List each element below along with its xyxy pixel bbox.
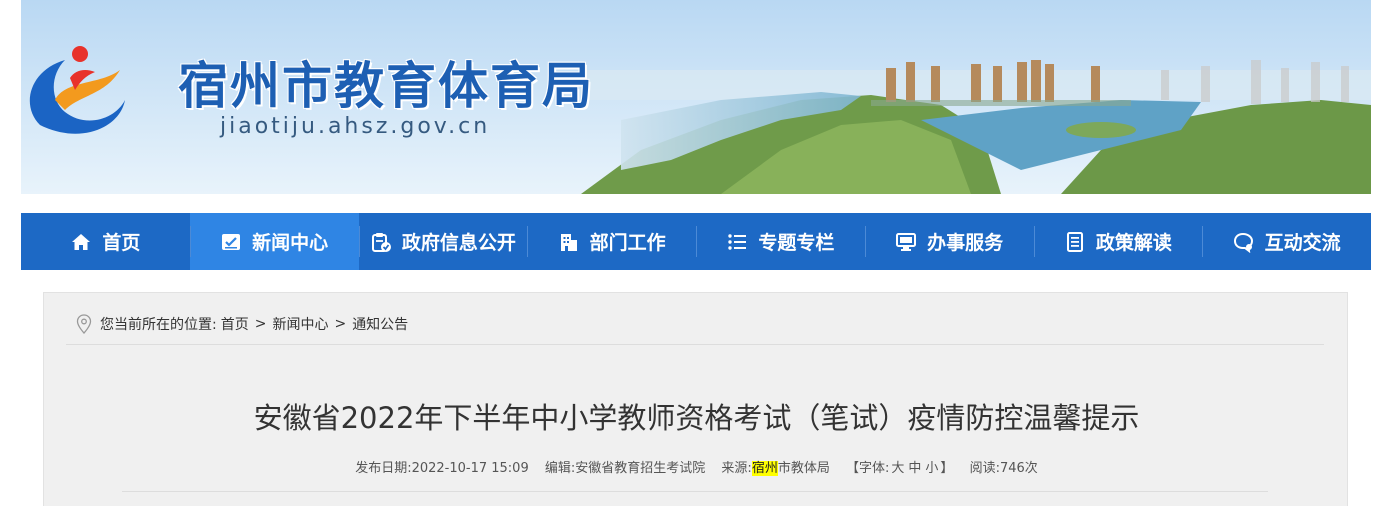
breadcrumb-news-link[interactable]: 新闻中心 — [272, 314, 328, 334]
breadcrumb-separator: > — [254, 316, 267, 332]
breadcrumb-notice-link[interactable]: 通知公告 — [352, 314, 408, 334]
font-large-button[interactable]: 大 — [891, 461, 904, 476]
clipboard-check-icon — [370, 231, 392, 253]
breadcrumb-separator: > — [334, 316, 347, 332]
bureau-logo — [29, 46, 125, 134]
header-banner: 宿州市教育体育局 jiaotiju.ahsz.gov.cn — [21, 0, 1371, 194]
breadcrumb-divider — [66, 344, 1324, 345]
monitor-icon — [895, 231, 917, 253]
nav-item-home[interactable]: 首页 — [21, 213, 190, 270]
breadcrumb-prefix: 您当前所在的位置: — [100, 317, 217, 333]
publish-date: 发布日期:2022-10-17 15:09 — [355, 461, 529, 476]
nav-item-news[interactable]: 新闻中心 — [189, 213, 359, 270]
location-pin-icon — [76, 314, 92, 334]
site-url: jiaotiju.ahsz.gov.cn — [220, 114, 491, 139]
font-size-selector: 【字体: 大中小】 — [845, 461, 954, 476]
breadcrumb-home-link[interactable]: 首页 — [221, 314, 249, 334]
breadcrumb: 您当前所在的位置: 首页 > 新闻中心 > 通知公告 — [76, 313, 408, 335]
article-title: 安徽省2022年下半年中小学教师资格考试（笔试）疫情防控温馨提示 — [253, 401, 1140, 435]
building-icon — [558, 231, 580, 253]
news-icon — [220, 231, 242, 253]
search-highlight: 宿州 — [751, 461, 778, 476]
article-meta: 发布日期:2022-10-17 15:09 编辑:安徽省教育招生考试院 来源:宿… — [44, 457, 1349, 476]
nav-item-label: 办事服务 — [927, 232, 1004, 254]
meta-divider — [122, 491, 1268, 492]
home-icon — [70, 231, 92, 253]
site-title: 宿州市教育体育局 — [178, 57, 594, 115]
article-card: 您当前所在的位置: 首页 > 新闻中心 > 通知公告 安徽省2022年下半年中小… — [43, 292, 1348, 506]
nav-item-policy[interactable]: 政策解读 — [1033, 213, 1203, 270]
source: 来源:宿州市教体局 — [721, 461, 830, 476]
nav-item-special-topics[interactable]: 专题专栏 — [696, 213, 865, 270]
font-medium-button[interactable]: 中 — [908, 461, 921, 476]
nav-item-label: 首页 — [102, 232, 141, 254]
nav-item-gov-info[interactable]: 政府信息公开 — [358, 213, 528, 270]
nav-item-label: 新闻中心 — [252, 232, 329, 254]
nav-item-interaction[interactable]: 互动交流 — [1202, 213, 1371, 270]
font-small-button[interactable]: 小 — [925, 461, 938, 476]
nav-item-label: 政策解读 — [1095, 232, 1172, 254]
view-count: 阅读:746次 — [969, 461, 1038, 476]
main-navigation: 首页 新闻中心 政府信息公开 部门工作 专题专栏 办事服务 政策解读 互动交流 — [21, 213, 1371, 270]
nav-item-label: 政府信息公开 — [401, 232, 516, 254]
list-icon — [726, 231, 748, 253]
nav-item-dept-work[interactable]: 部门工作 — [527, 213, 696, 270]
editor: 编辑:安徽省教育招生考试院 — [544, 461, 706, 476]
nav-item-label: 专题专栏 — [758, 232, 835, 254]
chat-icon — [1233, 231, 1255, 253]
nav-item-services[interactable]: 办事服务 — [864, 213, 1034, 270]
nav-item-label: 部门工作 — [589, 232, 666, 254]
nav-item-label: 互动交流 — [1264, 232, 1341, 254]
document-icon — [1064, 231, 1086, 253]
